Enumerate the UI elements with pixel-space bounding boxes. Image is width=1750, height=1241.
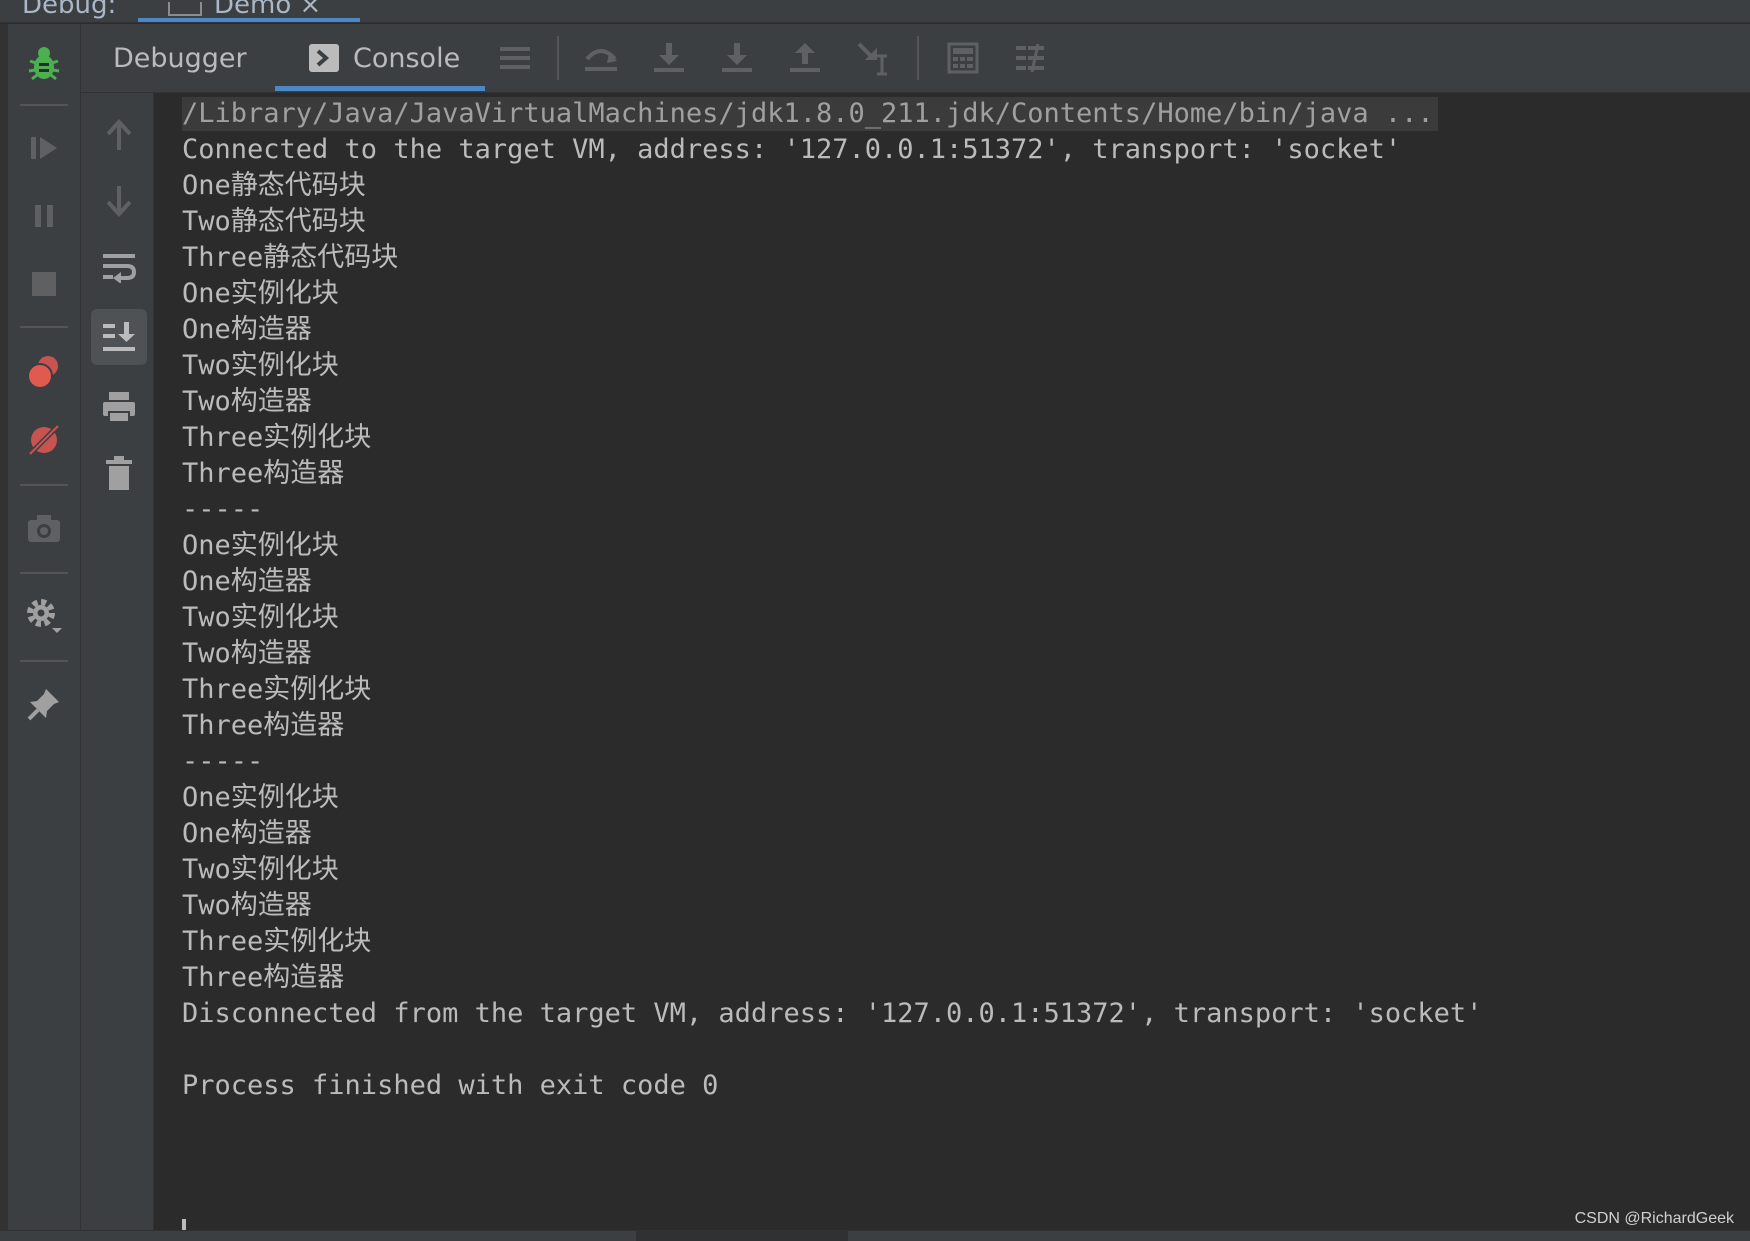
console-line: One构造器: [182, 566, 312, 597]
console-line: Two实例化块: [182, 854, 339, 885]
run-config-icon: [168, 2, 202, 16]
console-toolbar: [81, 93, 154, 1230]
tab-debugger-label: Debugger: [113, 42, 247, 74]
pin-icon[interactable]: [24, 684, 64, 724]
scroll-to-end-icon[interactable]: [91, 309, 147, 365]
down-arrow-icon[interactable]: [91, 173, 147, 229]
console-line: Three实例化块: [182, 674, 372, 705]
session-tab-demo[interactable]: Demo ×: [214, 0, 321, 20]
toolbar-separator: [20, 326, 68, 328]
console-line: Two实例化块: [182, 602, 339, 633]
debug-toolbar: [8, 24, 81, 1230]
console-line: Two构造器: [182, 890, 312, 921]
console-line: Two构造器: [182, 638, 312, 669]
stop-icon[interactable]: [24, 264, 64, 304]
console-line: Three构造器: [182, 962, 345, 993]
console-line: Two实例化块: [182, 350, 339, 381]
console-command-line[interactable]: /Library/Java/JavaVirtualMachines/jdk1.8…: [182, 97, 1438, 131]
console-line: Two构造器: [182, 386, 312, 417]
tab-console[interactable]: Console: [309, 24, 460, 92]
camera-icon[interactable]: [24, 508, 64, 548]
tab-console-label: Console: [353, 42, 461, 74]
status-bar: [0, 1230, 1750, 1241]
step-out-icon[interactable]: [785, 38, 825, 78]
console-line: Three实例化块: [182, 926, 372, 957]
console-line: One实例化块: [182, 278, 339, 309]
toolbar-separator: [20, 660, 68, 662]
soft-wrap-icon[interactable]: [91, 239, 147, 295]
view-breakpoints-icon[interactable]: [24, 352, 64, 392]
window-edge: [0, 24, 8, 1240]
console-line: Three静态代码块: [182, 242, 399, 273]
resume-icon[interactable]: [24, 128, 64, 168]
debug-header-bar: Debugger Console: [81, 24, 1750, 93]
console-line: One实例化块: [182, 530, 339, 561]
console-icon: [309, 44, 339, 72]
console-output[interactable]: /Library/Java/JavaVirtualMachines/jdk1.8…: [154, 93, 1750, 1230]
layout-menu-icon[interactable]: [495, 38, 535, 78]
console-line: Three构造器: [182, 710, 345, 741]
console-line: Connected to the target VM, address: '12…: [182, 134, 1402, 165]
console-line: Process finished with exit code 0: [182, 1070, 719, 1101]
console-line: One构造器: [182, 818, 312, 849]
tab-active-indicator: [275, 86, 485, 91]
text-cursor: [182, 1219, 186, 1230]
up-arrow-icon[interactable]: [91, 107, 147, 163]
console-line: Three实例化块: [182, 422, 372, 453]
trash-icon[interactable]: [91, 445, 147, 501]
evaluate-expression-icon[interactable]: [943, 38, 983, 78]
console-line: Disconnected from the target VM, address…: [182, 998, 1483, 1029]
console-line: -----: [182, 494, 264, 525]
force-step-into-icon[interactable]: [717, 38, 757, 78]
toolbar-separator: [557, 36, 559, 80]
trace-current-stream-icon[interactable]: [1011, 38, 1051, 78]
console-line: One实例化块: [182, 782, 339, 813]
run-to-cursor-icon[interactable]: [853, 38, 893, 78]
toolbar-separator: [20, 572, 68, 574]
console-line: One构造器: [182, 314, 312, 345]
tool-window-tab-debug[interactable]: Debug:: [22, 0, 116, 20]
bug-icon: [24, 44, 64, 84]
toolbar-separator: [20, 104, 68, 106]
session-tab-active-indicator: [138, 18, 360, 22]
toolbar-separator: [917, 36, 919, 80]
console-line: -----: [182, 746, 264, 777]
pause-icon[interactable]: [24, 196, 64, 236]
tool-window-tab-strip: Debug: Demo ×: [0, 0, 1750, 23]
watermark: CSDN @RichardGeek: [1574, 1210, 1734, 1227]
step-into-icon[interactable]: [649, 38, 689, 78]
console-line: One静态代码块: [182, 170, 366, 201]
mute-breakpoints-icon[interactable]: [24, 420, 64, 460]
print-icon[interactable]: [91, 379, 147, 435]
step-over-icon[interactable]: [581, 38, 621, 78]
toolbar-separator: [20, 484, 68, 486]
settings-gear-icon[interactable]: [24, 596, 64, 636]
console-line: Three构造器: [182, 458, 345, 489]
tab-debugger[interactable]: Debugger: [113, 24, 247, 92]
console-line: Two静态代码块: [182, 206, 366, 237]
